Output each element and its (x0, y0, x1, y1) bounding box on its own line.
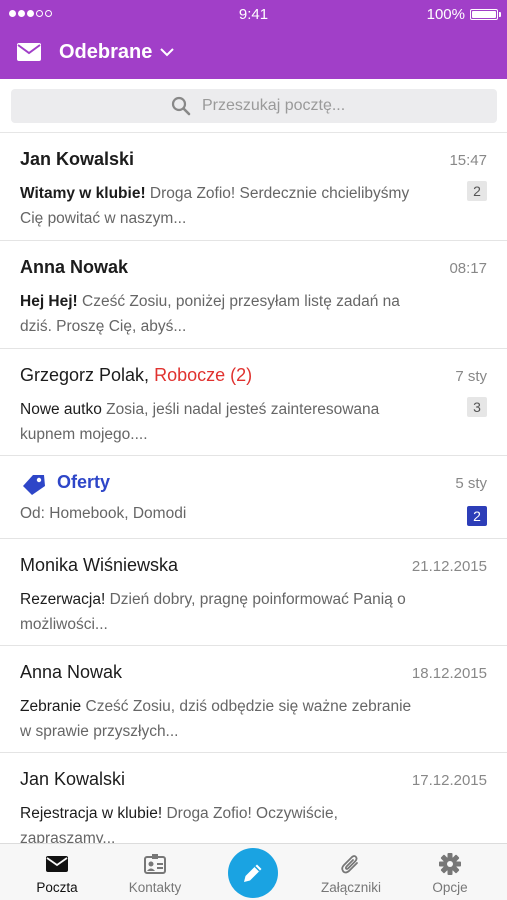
message-time: 21.12.2015 (411, 558, 487, 575)
message-subject: Witamy w klubie! (20, 185, 146, 202)
message-row[interactable]: Monika Wiśniewska 21.12.2015 Rezerwacja!… (0, 539, 507, 646)
tab-label: Załączniki (320, 880, 382, 895)
app-header: 9:41 100% Odebrane (0, 0, 507, 79)
offers-time: 5 sty (455, 475, 487, 492)
battery-tip (499, 12, 501, 17)
folder-title: Odebrane (59, 41, 153, 63)
message-preview: Zebranie Cześć Zosiu, dziś odbędzie się … (20, 694, 420, 744)
message-row[interactable]: Jan Kowalski 15:47 Witamy w klubie! Drog… (0, 133, 507, 241)
message-subject: Rejestracja w klubie! (20, 805, 163, 822)
mail-icon (46, 856, 68, 872)
message-sender: Anna Nowak (20, 257, 129, 277)
tab-label: Opcje (432, 880, 468, 895)
search-icon (171, 96, 191, 116)
search-input[interactable]: Przeszukaj pocztę... (11, 89, 497, 123)
offers-count-badge: 2 (467, 506, 487, 526)
message-sender: Jan Kowalski (20, 149, 135, 169)
message-row[interactable]: Jan Kowalski 17.12.2015 Rejestracja w kl… (0, 753, 507, 843)
offers-title: Oferty (57, 472, 111, 492)
message-sender: Anna Nowak (20, 662, 123, 682)
message-snippet: Cześć Zosiu, poniżej przesyłam listę zad… (20, 293, 400, 335)
gear-icon (439, 853, 461, 875)
message-time: 7 sty (455, 368, 487, 385)
compose-pencil-icon (244, 864, 262, 882)
status-bar: 9:41 100% (0, 0, 507, 28)
contacts-icon (144, 854, 166, 874)
message-list[interactable]: Jan Kowalski 15:47 Witamy w klubie! Drog… (0, 133, 507, 843)
message-time: 15:47 (449, 152, 487, 169)
battery-icon (470, 9, 498, 20)
message-time: 18.12.2015 (411, 665, 487, 682)
message-sender-name: Grzegorz Polak, (20, 365, 150, 385)
search-placeholder: Przeszukaj pocztę... (202, 97, 346, 114)
battery-percent: 100% (426, 6, 465, 23)
tab-label: Kontakty (128, 880, 182, 895)
compose-button[interactable] (228, 848, 278, 898)
message-preview: Rezerwacja! Dzień dobry, pragnę poinform… (20, 587, 420, 637)
paperclip-icon (341, 855, 358, 874)
tab-attachments[interactable]: Załączniki (306, 844, 396, 900)
message-time: 17.12.2015 (411, 772, 487, 789)
message-sender: Grzegorz Polak, Robocze (2) (20, 365, 252, 386)
message-sender: Jan Kowalski (20, 769, 126, 789)
message-preview: Witamy w klubie! Droga Zofio! Serdecznie… (20, 181, 420, 231)
tab-label: Poczta (36, 880, 78, 895)
tag-icon (23, 475, 45, 495)
offers-row[interactable]: Oferty 5 sty Od: Homebook, Domodi 2 (0, 456, 507, 539)
draft-label: Robocze (2) (154, 365, 253, 385)
message-subject: Hej Hej! (20, 293, 78, 310)
message-row[interactable]: Grzegorz Polak, Robocze (2) 7 sty Nowe a… (0, 349, 507, 456)
folder-selector[interactable]: Odebrane (0, 32, 507, 74)
message-preview: Rejestracja w klubie! Droga Zofio! Oczyw… (20, 801, 420, 843)
message-row[interactable]: Anna Nowak 08:17 Hej Hej! Cześć Zosiu, p… (0, 241, 507, 349)
message-subject: Rezerwacja! (20, 591, 106, 608)
message-sender: Monika Wiśniewska (20, 555, 179, 575)
tab-options[interactable]: Opcje (405, 844, 495, 900)
thread-count-badge: 2 (467, 181, 487, 201)
offers-senders: Od: Homebook, Domodi (20, 505, 187, 522)
message-subject: Zebranie (20, 698, 82, 715)
message-preview: Nowe autko Zosia, jeśli nadal jesteś zai… (20, 397, 420, 447)
search-bar: Przeszukaj pocztę... (0, 79, 507, 133)
tab-contacts[interactable]: Kontakty (110, 844, 200, 900)
message-preview: Hej Hej! Cześć Zosiu, poniżej przesyłam … (20, 289, 420, 339)
mail-icon (17, 43, 41, 61)
tab-mail[interactable]: Poczta (12, 844, 102, 900)
thread-count-badge: 3 (467, 397, 487, 417)
message-time: 08:17 (449, 260, 487, 277)
message-row[interactable]: Anna Nowak 18.12.2015 Zebranie Cześć Zos… (0, 646, 507, 753)
bottom-tab-bar: Poczta Kontakty Załączniki Opcje (0, 843, 507, 900)
chevron-down-icon (160, 48, 174, 57)
message-subject: Nowe autko (20, 401, 102, 418)
